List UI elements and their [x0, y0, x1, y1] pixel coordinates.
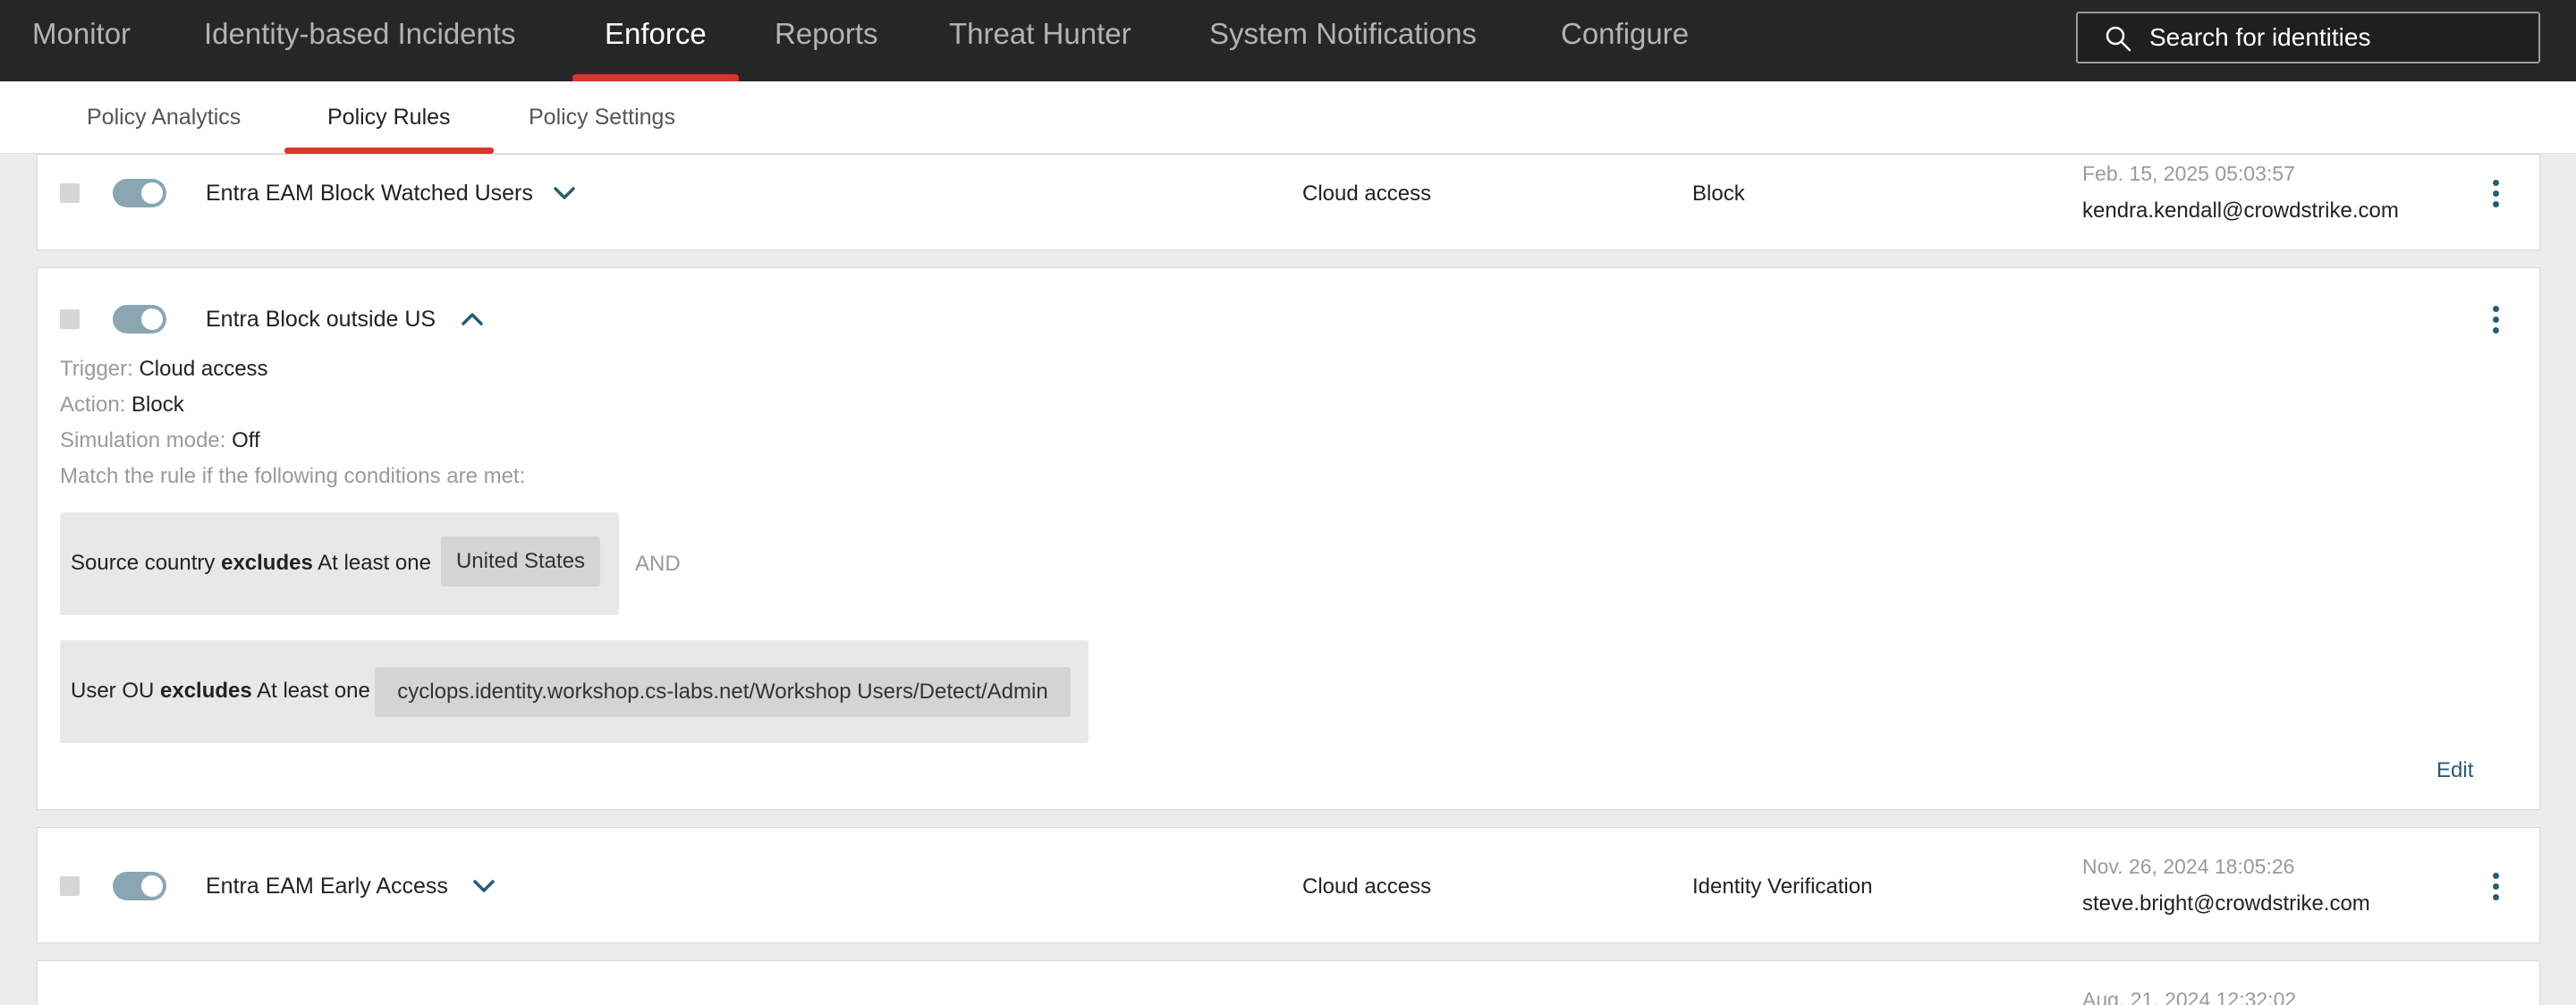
- identity-search-box[interactable]: [2076, 12, 2540, 63]
- tab-reports[interactable]: Reports: [775, 0, 878, 81]
- tab-configure[interactable]: Configure: [1561, 0, 1689, 81]
- action-value: Block: [131, 393, 184, 417]
- match-conditions-text: Match the rule if the following conditio…: [60, 464, 526, 488]
- chevron-down-icon[interactable]: [551, 184, 578, 202]
- rule-name: Entra EAM Early Access: [206, 874, 448, 899]
- subtab-policy-analytics[interactable]: Policy Analytics: [87, 81, 241, 154]
- tab-monitor[interactable]: Monitor: [32, 0, 131, 81]
- rule-enabled-toggle[interactable]: [113, 305, 166, 334]
- subtab-policy-settings[interactable]: Policy Settings: [529, 81, 675, 154]
- rule-row: Aug. 21, 2024 12:32:02: [37, 960, 2540, 1005]
- action-label: Action:: [60, 393, 126, 417]
- more-options-icon[interactable]: [2487, 306, 2504, 338]
- tab-enforce[interactable]: Enforce: [572, 0, 739, 81]
- sub-navigation: Policy Analytics Policy Rules Policy Set…: [0, 81, 2576, 154]
- search-icon: [2106, 26, 2131, 52]
- action-detail: Action: Block: [60, 393, 184, 418]
- condition-value-chip: cyclops.identity.workshop.cs-labs.net/Wo…: [375, 667, 1071, 717]
- rule-modified-date: Aug. 21, 2024 12:32:02: [2082, 988, 2297, 1005]
- more-options-icon[interactable]: [2487, 873, 2504, 905]
- rule-select-checkbox[interactable]: [60, 309, 80, 329]
- tab-system-notifications[interactable]: System Notifications: [1209, 0, 1477, 81]
- tab-threat-hunter[interactable]: Threat Hunter: [949, 0, 1131, 81]
- rule-row-expanded: Entra Block outside US Trigger: Cloud ac…: [37, 267, 2540, 810]
- trigger-label: Trigger:: [60, 357, 133, 381]
- condition-field: Source country: [71, 551, 216, 575]
- condition-value-chip: United States: [441, 536, 600, 587]
- condition-field: User OU: [71, 679, 155, 703]
- rule-select-checkbox[interactable]: [60, 876, 80, 896]
- condition-joiner: AND: [635, 552, 681, 576]
- rule-name: Entra Block outside US: [206, 307, 436, 332]
- chevron-down-icon[interactable]: [470, 877, 497, 895]
- rule-action: Block: [1692, 182, 1745, 206]
- condition-operator: excludes: [160, 679, 252, 703]
- subtab-policy-rules[interactable]: Policy Rules: [284, 81, 493, 154]
- simulation-label: Simulation mode:: [60, 428, 226, 452]
- condition-quantifier: At least one: [257, 679, 370, 703]
- simulation-detail: Simulation mode: Off: [60, 428, 260, 453]
- trigger-detail: Trigger: Cloud access: [60, 357, 268, 382]
- rule-modified-by: kendra.kendall@crowdstrike.com: [2082, 198, 2399, 223]
- rule-name: Entra EAM Block Watched Users: [206, 181, 533, 206]
- rule-select-checkbox[interactable]: [60, 183, 80, 203]
- rule-row: Entra EAM Early Access Cloud access Iden…: [37, 827, 2540, 943]
- rule-action: Identity Verification: [1692, 874, 1873, 899]
- condition-source-country: Source country excludes At least one Uni…: [60, 512, 619, 615]
- rule-trigger: Cloud access: [1302, 182, 1432, 206]
- rule-modified-date: Feb. 15, 2025 05:03:57: [2082, 162, 2295, 185]
- rule-enabled-toggle[interactable]: [113, 872, 166, 900]
- rule-row: Entra EAM Block Watched Users Cloud acce…: [37, 154, 2540, 250]
- search-input[interactable]: [2149, 13, 2525, 62]
- tab-identity-based-incidents[interactable]: Identity-based Incidents: [204, 0, 516, 81]
- more-options-icon[interactable]: [2487, 180, 2504, 212]
- rule-modified-date: Nov. 26, 2024 18:05:26: [2082, 855, 2295, 878]
- simulation-value: Off: [232, 428, 260, 452]
- top-navigation: Monitor Identity-based Incidents Enforce…: [0, 0, 2576, 81]
- rule-enabled-toggle[interactable]: [113, 179, 166, 207]
- chevron-up-icon[interactable]: [459, 310, 486, 328]
- rule-modified-by: steve.bright@crowdstrike.com: [2082, 891, 2370, 916]
- condition-user-ou: User OU excludes At least one cyclops.id…: [60, 640, 1089, 743]
- edit-rule-link[interactable]: Edit: [2436, 758, 2473, 783]
- condition-quantifier: At least one: [318, 551, 431, 575]
- condition-operator: excludes: [221, 551, 313, 575]
- rule-trigger: Cloud access: [1302, 874, 1432, 899]
- trigger-value: Cloud access: [139, 357, 268, 381]
